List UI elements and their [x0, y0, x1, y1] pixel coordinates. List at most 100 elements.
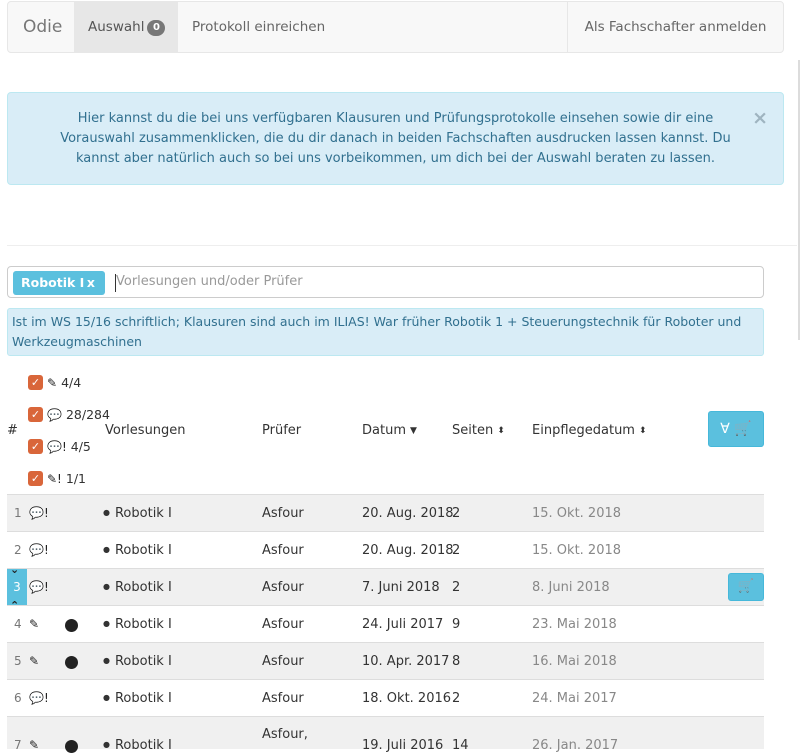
comments-exclamation-icon: 💬!	[29, 543, 49, 557]
comments-exclamation-icon: 💬!	[47, 439, 67, 454]
bullet-icon: ●	[103, 545, 110, 554]
table-row[interactable]: 1 💬! ● Robotik I Asfour 20. Aug. 2018 2 15. Okt…	[7, 494, 764, 531]
bullet-icon: ●	[103, 508, 110, 517]
auswahl-count-badge: 0	[147, 20, 166, 36]
nav-auswahl[interactable]: Auswahl 0	[74, 2, 178, 52]
row-einpflegedatum: 16. Mai 2018	[532, 654, 617, 669]
row-vorlesung-label: Robotik I	[114, 580, 172, 595]
row-datum: 20. Aug. 2018	[362, 543, 454, 558]
row-number: 6	[14, 691, 22, 705]
row-vorlesung: ● Robotik I	[103, 580, 172, 595]
search-input[interactable]: Robotik I x Vorlesungen und/oder Prüfer	[7, 266, 764, 298]
row-pruefer: Asfour	[262, 691, 304, 706]
pencil-icon: ✎	[29, 654, 40, 668]
status-dot-icon	[65, 656, 78, 669]
tag-remove-button[interactable]: x	[87, 271, 95, 295]
row-einpflegedatum: 15. Okt. 2018	[532, 506, 622, 521]
add-to-cart-button[interactable]: 🛒	[728, 573, 764, 601]
add-all-to-cart-button[interactable]: ∀ 🛒	[708, 411, 764, 447]
filter-checkbox[interactable]: ✓	[28, 439, 43, 454]
row-einpflegedatum: 15. Okt. 2018	[532, 543, 622, 558]
brand[interactable]: Odie	[23, 2, 62, 52]
row-pruefer: Asfour	[262, 654, 304, 669]
sort-icon: ⬍	[638, 426, 647, 436]
pencil-exclamation-icon: ✎!	[47, 471, 62, 486]
lecture-info-box: Ist im WS 15/16 schriftlich; Klausuren s…	[7, 308, 764, 356]
row-vorlesung: ● Robotik I	[103, 691, 172, 706]
row-pruefer: Asfour	[262, 506, 304, 521]
info-alert: Hier kannst du die bei uns verfügbaren K…	[7, 92, 784, 185]
page-scrollbar[interactable]	[796, 0, 800, 749]
for-all-icon: ∀	[720, 421, 730, 437]
pencil-icon: ✎	[29, 617, 40, 631]
filter-checkbox[interactable]: ✓	[28, 375, 43, 390]
row-vorlesung: ● Robotik I	[103, 543, 172, 558]
col-header-datum-label: Datum	[362, 423, 406, 438]
col-header-num: #	[7, 423, 18, 438]
row-vorlesung: ● Robotik I	[103, 654, 172, 669]
row-einpflegedatum: 24. Mai 2017	[532, 691, 617, 706]
table-row[interactable]: 2 💬! ● Robotik I Asfour 20. Aug. 2018 2 15. Okt…	[7, 531, 764, 568]
row-vorlesung-label: Robotik I	[114, 654, 172, 669]
table-row[interactable]: 7 ✎ ● Robotik I Asfour, 19. Juli 2016 14 26. Ja…	[7, 716, 764, 753]
row-datum: 18. Okt. 2016	[362, 691, 452, 706]
divider	[7, 245, 797, 246]
col-header-vorlesungen[interactable]: Vorlesungen	[105, 423, 186, 438]
comments-exclamation-icon: 💬!	[29, 506, 49, 520]
bullet-icon: ●	[103, 656, 110, 665]
row-number: 5	[14, 654, 22, 668]
status-dot-icon	[65, 740, 78, 753]
row-datum: 7. Juni 2018	[362, 580, 440, 595]
table-row[interactable]: 4 ✎ ● Robotik I Asfour 24. Juli 2017 9 23. Mai …	[7, 605, 764, 642]
row-vorlesung: ● Robotik I	[103, 738, 172, 753]
row-datum: 24. Juli 2017	[362, 617, 444, 632]
row-datum: 10. Apr. 2017	[362, 654, 450, 669]
row-einpflegedatum: 26. Jan. 2017	[532, 738, 619, 753]
chevron-down-icon[interactable]: ⌄	[10, 564, 19, 575]
search-placeholder: Vorlesungen und/oder Prüfer	[116, 274, 303, 289]
col-header-seiten[interactable]: Seiten ⬍	[452, 423, 505, 438]
comments-exclamation-icon: 💬!	[29, 580, 49, 594]
row-pruefer: Asfour	[262, 580, 304, 595]
row-vorlesung-label: Robotik I	[114, 543, 172, 558]
comments-exclamation-icon: 💬!	[29, 691, 49, 705]
row-einpflegedatum: 23. Mai 2018	[532, 617, 617, 632]
filter-checkbox[interactable]: ✓	[28, 471, 43, 486]
filter-checkbox[interactable]: ✓	[28, 407, 43, 422]
row-seiten: 2	[452, 506, 461, 521]
row-number: 7	[14, 738, 22, 752]
filter-count: 1/1	[65, 470, 86, 486]
row-vorlesung: ● Robotik I	[103, 506, 172, 521]
filter-pencil[interactable]: ✓ ✎ 4/4	[28, 373, 81, 391]
sort-desc-icon: ▼	[409, 426, 417, 436]
filter-pencil-exclamation[interactable]: ✓ ✎! 1/1	[28, 469, 86, 487]
row-seiten: 2	[452, 580, 461, 595]
col-header-seiten-label: Seiten	[452, 423, 494, 438]
row-vorlesung: ● Robotik I	[103, 617, 172, 632]
navbar: Odie Auswahl 0 Protokoll einreichen Als F…	[7, 1, 784, 53]
col-header-einpflegedatum[interactable]: Einpflegedatum ⬍	[532, 423, 647, 438]
table-row[interactable]: 3 ⌄ ⌃ 💬! ● Robotik I Asfour 7. Juni 2018 2 8. Jun…	[7, 564, 764, 611]
row-seiten: 9	[452, 617, 461, 632]
bullet-icon: ●	[103, 582, 110, 591]
row-pruefer: Asfour	[262, 617, 304, 632]
filter-count: 28/284	[65, 406, 110, 422]
filter-count: 4/4	[61, 374, 82, 390]
pencil-icon: ✎	[29, 738, 40, 752]
row-seiten: 2	[452, 691, 461, 706]
col-header-datum[interactable]: Datum ▼	[362, 423, 417, 438]
row-vorlesung-label: Robotik I	[114, 506, 172, 521]
filter-comments[interactable]: ✓ 💬 28/284	[28, 405, 110, 423]
col-header-pruefer[interactable]: Prüfer	[262, 423, 301, 438]
filter-count: 4/5	[70, 438, 91, 454]
table-row[interactable]: 5 ✎ ● Robotik I Asfour 10. Apr. 2017 8 16. Mai …	[7, 642, 764, 679]
row-datum: 20. Aug. 2018	[362, 506, 454, 521]
nav-fachschafter-login[interactable]: Als Fachschafter anmelden	[567, 2, 783, 52]
filter-comments-exclamation[interactable]: ✓ 💬! 4/5	[28, 437, 91, 455]
nav-protokoll-einreichen[interactable]: Protokoll einreichen	[192, 2, 325, 52]
row-seiten: 2	[452, 543, 461, 558]
table-row[interactable]: 6 💬! ● Robotik I Asfour 18. Okt. 2016 2 24. Mai…	[7, 679, 764, 716]
row-einpflegedatum: 8. Juni 2018	[532, 580, 610, 595]
alert-close-button[interactable]: ×	[752, 108, 768, 128]
bullet-icon: ●	[103, 693, 110, 702]
